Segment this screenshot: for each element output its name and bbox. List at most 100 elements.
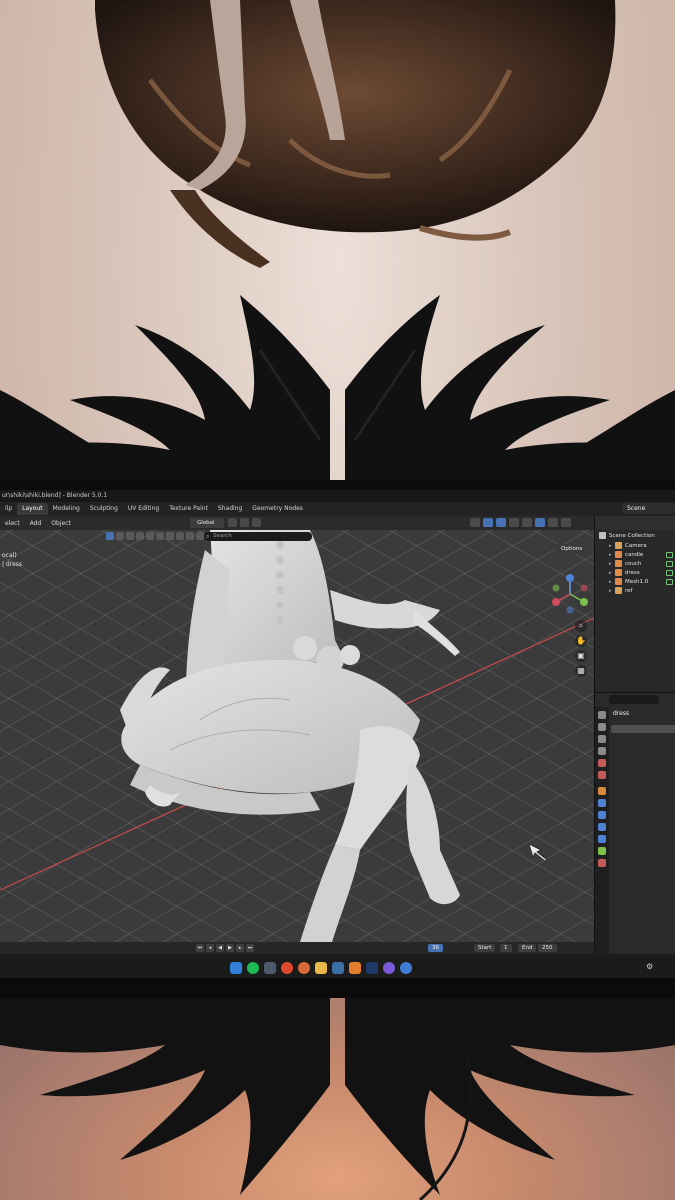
sculpted-figure [120,530,460,942]
select-box-icon[interactable] [106,532,114,540]
modifier-icon[interactable] [666,552,673,558]
end-frame-field[interactable]: 250 [538,944,557,952]
render-tab-icon[interactable] [598,723,606,731]
options-button[interactable]: Options [556,544,590,554]
visibility-icon[interactable] [470,518,480,527]
outliner-item-candle[interactable]: ▸ candle [609,551,675,560]
properties-add-field[interactable] [611,725,675,733]
3d-viewport[interactable]: ocal) | dress ⌕ ✋ ▣ ▦ [0,530,594,942]
world-tab-icon[interactable] [598,771,606,779]
tab-shading[interactable]: Shading [213,503,247,515]
cursor-tool-icon[interactable] [116,532,124,540]
output-tab-icon[interactable] [598,735,606,743]
gizmo-toggle-icon[interactable] [483,518,493,527]
outliner-item-dress[interactable]: ▸ dress [609,569,675,578]
properties-object-name: dress [613,710,630,717]
properties-tabs [595,707,609,955]
tab-geometry-nodes[interactable]: Geometry Nodes [247,503,308,515]
properties-search-input[interactable] [609,695,659,704]
screen: ur\shiki\shiki.blend] - Blender 5.0.1 il… [0,490,675,968]
photoshop-icon[interactable] [366,962,378,974]
play-reverse-icon[interactable]: ◀ [216,944,224,952]
scene-tab-icon[interactable] [598,759,606,767]
move-tool-icon[interactable] [126,532,134,540]
annotate-tool-icon[interactable] [166,532,174,540]
tab-modeling[interactable]: Modeling [48,503,85,515]
outliner-item-camera[interactable]: ▸ Camera [609,542,647,551]
navigation-gizmo[interactable] [552,574,588,614]
play-icon[interactable]: ▶ [226,944,234,952]
solid-shading-icon[interactable] [535,518,545,527]
blender-icon[interactable] [349,962,361,974]
tool-tab-icon[interactable] [598,711,606,719]
chrome-icon[interactable] [281,962,293,974]
outliner-header [595,516,675,530]
os-taskbar: ⚙ [0,958,675,978]
modifier-tab-icon[interactable] [598,799,606,807]
next-key-icon[interactable]: ▸ [236,944,244,952]
discord-icon[interactable] [383,962,395,974]
modifier-icon[interactable] [666,570,673,576]
constraints-tab-icon[interactable] [598,835,606,843]
material-tab-icon[interactable] [598,859,606,867]
menu-object[interactable]: Object [46,520,76,527]
transform-tool-icon[interactable] [156,532,164,540]
outliner-item-mesh1[interactable]: ▸ Mesh1.0 [609,578,675,587]
scale-tool-icon[interactable] [146,532,154,540]
pan-hand-icon[interactable]: ✋ [575,635,587,647]
physics-tab-icon[interactable] [598,823,606,831]
xray-icon[interactable] [509,518,519,527]
particles-tab-icon[interactable] [598,811,606,819]
transform-orientation-dropdown[interactable]: Global [190,518,224,528]
outliner-item-ref[interactable]: ▸ ref [609,587,632,596]
viewport-tool-header: Search [0,530,594,543]
scene-selector[interactable]: Scene [622,503,675,514]
camera-view-icon[interactable]: ▣ [575,650,587,662]
jump-start-icon[interactable]: ⏮ [196,944,204,952]
material-shading-icon[interactable] [548,518,558,527]
overlay-toggle-icon[interactable] [496,518,506,527]
settings-gear-icon[interactable] [264,962,276,974]
data-tab-icon[interactable] [598,847,606,855]
current-frame-field[interactable]: 36 [428,944,443,952]
modifier-icon[interactable] [666,579,673,585]
camera-icon [615,542,622,549]
menu-select[interactable]: elect [0,520,25,527]
wall-sculpture [95,0,616,268]
perspective-grid-icon[interactable]: ▦ [575,665,587,677]
outliner-scene-collection[interactable]: Scene Collection [599,532,655,541]
windows-start-icon[interactable] [230,962,242,974]
rendered-shading-icon[interactable] [561,518,571,527]
outliner-item-couch[interactable]: ▸ couch [609,560,675,569]
jump-end-icon[interactable]: ⏭ [246,944,254,952]
zoom-icon[interactable]: ⌕ [575,620,587,632]
start-frame-field[interactable]: 1 [500,944,512,952]
spotify-icon[interactable] [247,962,259,974]
extra-tool-icon[interactable] [196,532,204,540]
menu-add[interactable]: Add [25,520,47,527]
browser-icon[interactable] [400,962,412,974]
tab-layout[interactable]: Layout [17,503,48,515]
snap-icon[interactable] [240,518,249,527]
chrome-canary-icon[interactable] [298,962,310,974]
settings-icon[interactable]: ⚙ [646,962,653,971]
file-explorer-icon[interactable] [315,962,327,974]
prev-key-icon[interactable]: ◂ [206,944,214,952]
tab-uv-editing[interactable]: UV Editing [123,503,164,515]
app-icon[interactable] [332,962,344,974]
mesh-icon [615,551,622,558]
tab-sculpting[interactable]: Sculpting [85,503,123,515]
modifier-icon[interactable] [666,561,673,567]
rotate-tool-icon[interactable] [136,532,144,540]
wireframe-shading-icon[interactable] [522,518,532,527]
tool-search-input[interactable]: Search [204,532,312,541]
pivot-icon[interactable] [228,518,237,527]
object-tab-icon[interactable] [598,787,606,795]
measure-tool-icon[interactable] [176,532,184,540]
proportional-edit-icon[interactable] [252,518,261,527]
tab-help[interactable]: ilp [0,503,17,515]
tab-texture-paint[interactable]: Texture Paint [164,503,213,515]
add-cube-icon[interactable] [186,532,194,540]
view-layer-tab-icon[interactable] [598,747,606,755]
playback-controls: ⏮ ◂ ◀ ▶ ▸ ⏭ [196,944,254,952]
